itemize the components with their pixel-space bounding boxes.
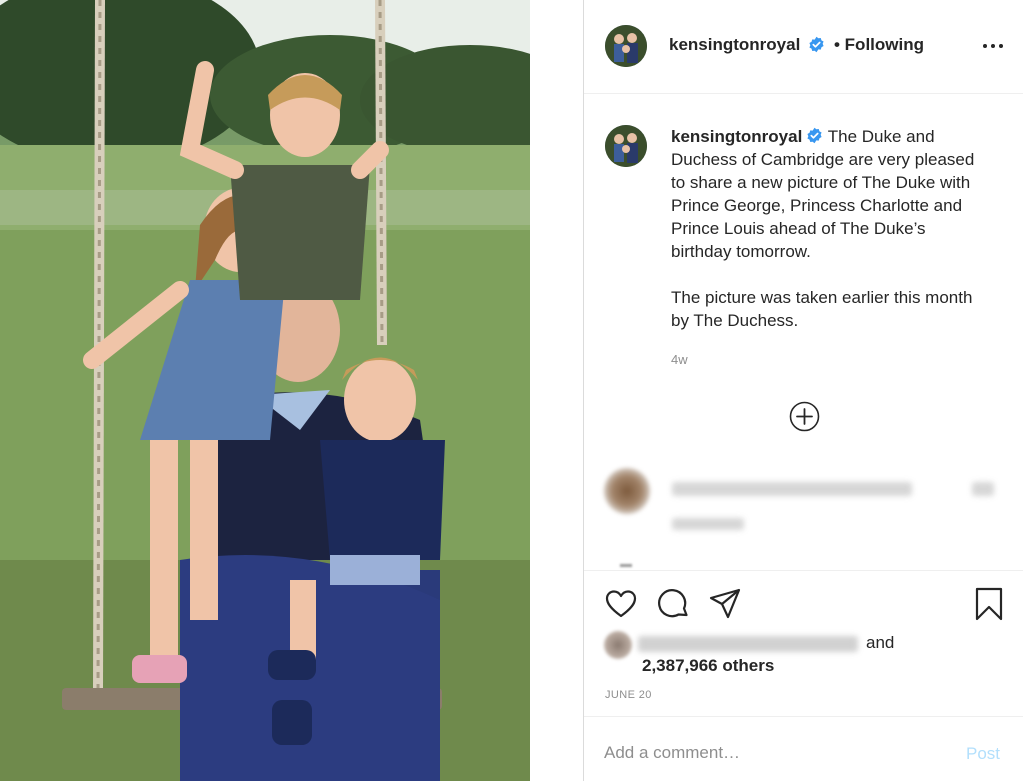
more-dot [991, 44, 995, 48]
blurred-liker-avatar [604, 631, 632, 659]
caption-timestamp[interactable]: 4w [671, 352, 688, 367]
account-avatar[interactable] [605, 25, 647, 67]
more-dot [999, 44, 1003, 48]
comment-composer: Post [584, 716, 1023, 781]
caption-section: kensingtonroyal The Duke and Duchess of … [584, 94, 1023, 570]
caption-paragraph-2: The picture was taken earlier this month… [671, 288, 973, 330]
caption-text: kensingtonroyal The Duke and Duchess of … [671, 125, 986, 332]
following-status[interactable]: • Following [834, 35, 924, 55]
likes-and-text: and [866, 633, 895, 652]
post-side-panel: kensingtonroyal • Following kensingtonro… [583, 0, 1023, 781]
likes-others-count[interactable]: 2,387,966 others [642, 656, 774, 676]
more-options-button[interactable] [982, 34, 1004, 56]
verified-badge-icon [807, 127, 822, 144]
caption-avatar[interactable] [605, 125, 647, 167]
post-comment-button[interactable]: Post [966, 744, 1000, 764]
plus-circle-icon[interactable] [789, 401, 820, 432]
blurred-comment-text [672, 482, 912, 496]
post-date[interactable]: JUNE 20 [605, 689, 652, 701]
blurred-comment-like [972, 482, 994, 496]
post-actions: and 2,387,966 others JUNE 20 [584, 570, 1023, 716]
comment-bubble-icon[interactable] [657, 587, 691, 621]
account-username[interactable]: kensingtonroyal [669, 35, 800, 55]
likes-summary: and 2,387,966 others [604, 631, 1004, 681]
blurred-commenter-avatar [604, 468, 650, 514]
blurred-liker-name [638, 636, 858, 652]
blurred-comment [584, 468, 1023, 548]
caption-body: The Duke and Duchess of Cambridge are ve… [671, 127, 975, 261]
avatar-image [605, 125, 647, 167]
caption-paragraph: kensingtonroyal The Duke and Duchess of … [671, 125, 986, 263]
post-header: kensingtonroyal • Following [584, 0, 1023, 94]
heart-icon[interactable] [604, 587, 638, 621]
clipped-comment-edge [620, 564, 632, 567]
post-photo[interactable] [0, 0, 530, 781]
avatar-image [605, 25, 647, 67]
caption-username[interactable]: kensingtonroyal [671, 127, 802, 146]
more-horizontal-icon [983, 44, 987, 48]
photo-illustration [0, 0, 530, 781]
paper-plane-icon[interactable] [708, 587, 742, 621]
blurred-comment-meta [672, 518, 744, 530]
comment-input[interactable] [604, 743, 934, 763]
bookmark-icon[interactable] [972, 587, 1006, 621]
verified-badge-icon [809, 36, 824, 53]
